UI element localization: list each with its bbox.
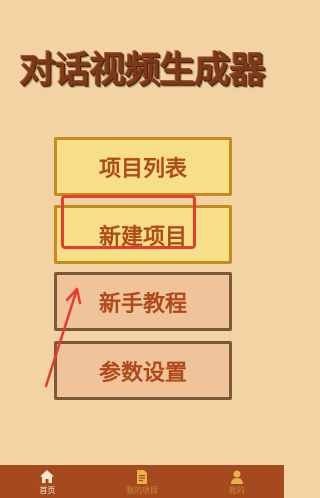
tab-my-projects-label: 我的项目 (126, 486, 158, 495)
tab-me-label: 我的 (228, 486, 245, 495)
tab-me[interactable]: 我的 (189, 465, 284, 498)
settings-button[interactable]: 参数设置 (54, 341, 232, 400)
tab-home[interactable]: 首页 (0, 465, 95, 498)
person-icon (230, 470, 243, 484)
project-list-button-label: 项目列表 (98, 156, 187, 182)
tutorial-button-label: 新手教程 (98, 291, 187, 317)
tab-my-projects[interactable]: 我的项目 (95, 465, 190, 498)
tab-home-label: 首页 (39, 486, 56, 495)
tutorial-button[interactable]: 新手教程 (54, 272, 232, 331)
bottom-navigation-bar: 首页 我的项目 我的 (0, 465, 284, 498)
home-icon (40, 470, 55, 483)
annotation-highlight-box (61, 195, 196, 249)
project-list-button[interactable]: 项目列表 (54, 137, 232, 196)
app-title: 对话视频生成器 (19, 49, 265, 91)
document-icon (137, 470, 147, 484)
settings-button-label: 参数设置 (98, 360, 187, 386)
